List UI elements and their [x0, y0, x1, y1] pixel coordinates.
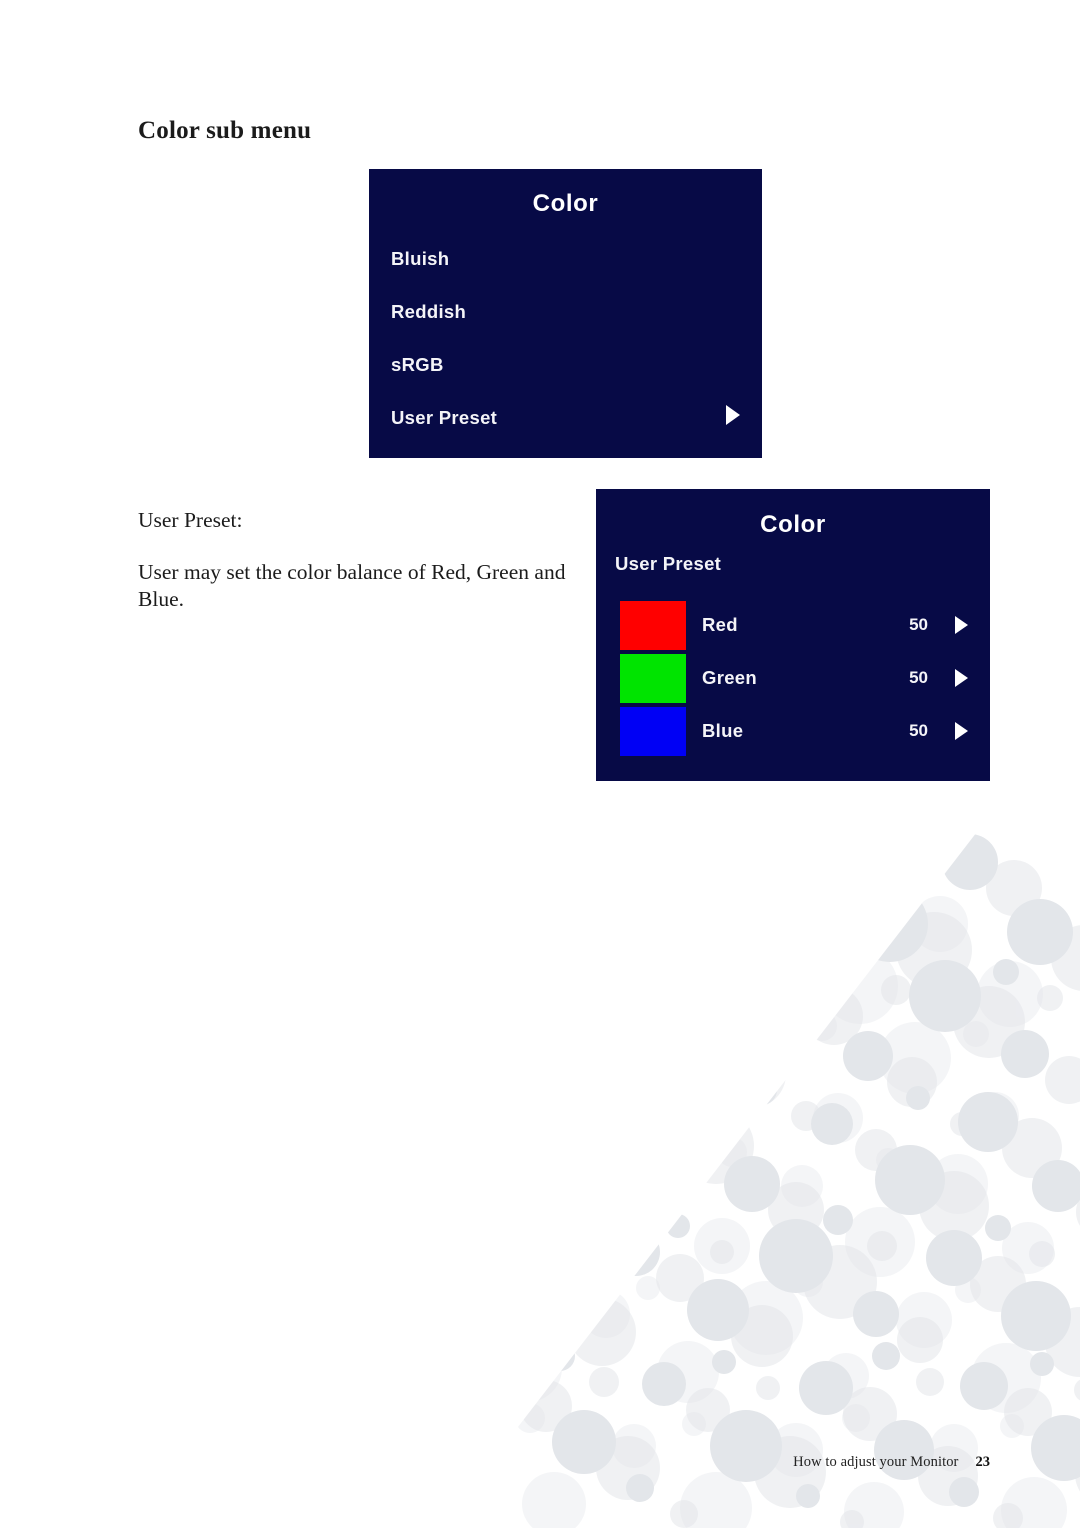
color-row-value: 50	[909, 721, 928, 740]
osd-menu-item-bluish[interactable]: Bluish	[391, 248, 449, 270]
decorative-bubble-pattern	[440, 828, 1080, 1528]
chevron-right-icon[interactable]	[955, 669, 968, 687]
osd-user-preset-title: Color	[760, 511, 826, 538]
osd-user-preset-subtitle: User Preset	[615, 553, 722, 574]
osd-menu-item-srgb[interactable]: sRGB	[391, 354, 444, 376]
osd-menu-item-label: Reddish	[391, 301, 467, 322]
footer-chapter-title: How to adjust your Monitor	[793, 1454, 959, 1470]
osd-menu-item-label: User Preset	[391, 407, 498, 428]
chevron-right-icon[interactable]	[955, 616, 968, 634]
color-swatch-red	[620, 601, 686, 650]
osd-menu-item-reddish[interactable]: Reddish	[391, 301, 466, 323]
page-title: Color sub menu	[138, 116, 312, 144]
user-preset-term: User Preset:	[138, 507, 243, 532]
osd-menu-item-label: sRGB	[391, 354, 444, 375]
body-copy: User Preset: User may set the color bala…	[138, 480, 578, 635]
osd-color-row-red[interactable]: Red 50	[596, 599, 990, 652]
osd-user-preset-panel: Color User Preset Red 50 Green 50 Blue 5…	[596, 489, 990, 781]
color-row-value: 50	[909, 615, 928, 634]
osd-color-menu-panel: Color Bluish Reddish sRGB User Preset	[369, 169, 762, 458]
osd-menu-item-user-preset[interactable]: User Preset	[391, 407, 497, 429]
color-row-label: Red	[702, 614, 738, 635]
color-swatch-green	[620, 654, 686, 703]
color-swatch-blue	[620, 707, 686, 756]
color-row-label: Blue	[702, 720, 744, 741]
osd-color-menu-title: Color	[532, 190, 599, 217]
color-row-value: 50	[909, 668, 928, 687]
footer-page-number: 23	[975, 1454, 991, 1470]
osd-color-row-blue[interactable]: Blue 50	[596, 705, 990, 758]
osd-menu-item-label: Bluish	[391, 248, 450, 269]
chevron-right-icon[interactable]	[955, 722, 968, 740]
osd-color-row-green[interactable]: Green 50	[596, 652, 990, 705]
page-footer: How to adjust your Monitor 23	[793, 1454, 990, 1471]
chevron-right-icon[interactable]	[726, 405, 740, 425]
color-row-label: Green	[702, 667, 757, 688]
user-preset-description: User may set the color balance of Red, G…	[138, 560, 566, 611]
